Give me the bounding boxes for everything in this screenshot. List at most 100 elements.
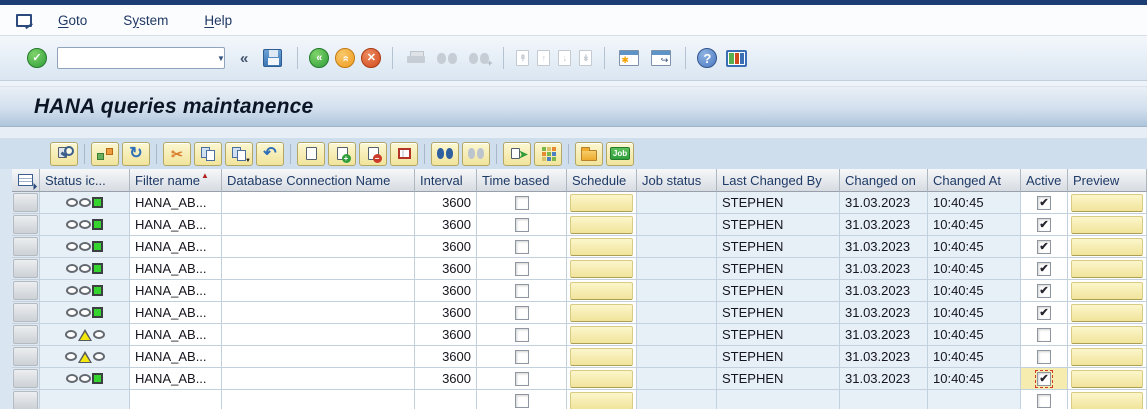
schedule-button[interactable] — [570, 326, 633, 344]
row-selector-cell[interactable] — [12, 346, 40, 368]
schedule-button[interactable] — [570, 304, 633, 322]
new-session-icon[interactable]: ✱ — [619, 50, 639, 66]
row-selector-button[interactable] — [13, 325, 38, 344]
schedule-button[interactable] — [570, 194, 633, 212]
column-header-interval[interactable]: Interval — [415, 169, 477, 192]
insert-row-icon[interactable]: + — [328, 142, 356, 166]
interval-cell[interactable]: 3600 — [415, 214, 477, 236]
active-checkbox[interactable] — [1037, 372, 1051, 386]
row-selector-button[interactable] — [13, 193, 38, 212]
filter-name-cell[interactable] — [130, 390, 222, 409]
find-next-icon[interactable]: + — [469, 52, 489, 65]
row-selector-cell[interactable] — [12, 280, 40, 302]
interval-cell[interactable]: 3600 — [415, 258, 477, 280]
schedule-button[interactable] — [570, 348, 633, 366]
db-connection-cell[interactable] — [222, 390, 415, 409]
column-header-schedule[interactable]: Schedule — [567, 169, 637, 192]
preview-button[interactable] — [1071, 348, 1143, 366]
active-checkbox[interactable] — [1037, 262, 1051, 276]
preview-button[interactable] — [1071, 194, 1143, 212]
time-based-checkbox[interactable] — [515, 284, 529, 298]
customize-layout-icon[interactable] — [726, 50, 747, 67]
time-based-checkbox[interactable] — [515, 372, 529, 386]
time-based-checkbox[interactable] — [515, 328, 529, 342]
row-selector-button[interactable] — [13, 391, 38, 409]
column-header-active[interactable]: Active — [1021, 169, 1068, 192]
db-connection-cell[interactable] — [222, 324, 415, 346]
filter-name-cell[interactable]: HANA_AB... — [130, 258, 222, 280]
interval-cell[interactable]: 3600 — [415, 324, 477, 346]
find-icon[interactable] — [437, 52, 457, 65]
column-header-changed-at[interactable]: Changed At — [928, 169, 1021, 192]
interval-cell[interactable]: 3600 — [415, 346, 477, 368]
preview-button[interactable] — [1071, 392, 1143, 409]
row-selector-button[interactable] — [13, 303, 38, 322]
active-checkbox[interactable] — [1037, 328, 1051, 342]
collapse-toolbar-icon[interactable]: « — [240, 50, 248, 67]
db-connection-cell[interactable] — [222, 280, 415, 302]
exit-icon[interactable]: « — [335, 48, 355, 68]
paste-icon[interactable]: ▼ — [225, 142, 253, 166]
schedule-button[interactable] — [570, 238, 633, 256]
filter-name-cell[interactable]: HANA_AB... — [130, 280, 222, 302]
menu-item-goto[interactable]: Goto — [58, 13, 87, 28]
menu-item-help[interactable]: Help — [204, 13, 232, 28]
column-header-job-status[interactable]: Job status — [637, 169, 717, 192]
find-next-entries-icon[interactable] — [462, 142, 490, 166]
time-based-checkbox[interactable] — [515, 394, 529, 408]
row-selector-button[interactable] — [13, 347, 38, 366]
interval-cell[interactable]: 3600 — [415, 280, 477, 302]
interval-cell[interactable]: 3600 — [415, 236, 477, 258]
find-entries-icon[interactable] — [431, 142, 459, 166]
help-icon[interactable]: ? — [697, 48, 717, 68]
export-icon[interactable]: ➤ — [503, 142, 531, 166]
active-checkbox[interactable] — [1037, 218, 1051, 232]
enter-check-icon[interactable]: ✓ — [27, 48, 47, 68]
column-header-db-connection[interactable]: Database Connection Name — [222, 169, 415, 192]
select-all-header[interactable] — [12, 169, 40, 192]
active-checkbox[interactable] — [1037, 196, 1051, 210]
grid-view-icon[interactable] — [534, 142, 562, 166]
row-selector-cell[interactable] — [12, 214, 40, 236]
row-selector-cell[interactable] — [12, 236, 40, 258]
active-checkbox[interactable] — [1037, 350, 1051, 364]
db-connection-cell[interactable] — [222, 214, 415, 236]
column-header-changed-on[interactable]: Changed on — [840, 169, 928, 192]
create-shortcut-icon[interactable]: ↪ — [651, 50, 671, 66]
active-checkbox[interactable] — [1037, 306, 1051, 320]
db-connection-cell[interactable] — [222, 346, 415, 368]
preview-button[interactable] — [1071, 216, 1143, 234]
schedule-button[interactable] — [570, 370, 633, 388]
previous-page-icon[interactable]: ↑ — [537, 50, 550, 66]
db-connection-cell[interactable] — [222, 258, 415, 280]
interval-cell[interactable]: 3600 — [415, 368, 477, 390]
row-selector-cell[interactable] — [12, 324, 40, 346]
time-based-checkbox[interactable] — [515, 350, 529, 364]
row-selector-button[interactable] — [13, 259, 38, 278]
row-selector-cell[interactable] — [12, 302, 40, 324]
active-checkbox[interactable] — [1037, 394, 1051, 408]
time-based-checkbox[interactable] — [515, 196, 529, 210]
schedule-button[interactable] — [570, 216, 633, 234]
folder-icon[interactable] — [575, 142, 603, 166]
control-menu-icon[interactable] — [16, 14, 32, 27]
db-connection-cell[interactable] — [222, 236, 415, 258]
cancel-icon[interactable]: ✕ — [361, 48, 381, 68]
preview-button[interactable] — [1071, 326, 1143, 344]
time-based-checkbox[interactable] — [515, 306, 529, 320]
db-connection-cell[interactable] — [222, 368, 415, 390]
command-field[interactable]: ▼ — [57, 47, 225, 69]
last-page-icon[interactable]: ↡ — [579, 50, 592, 66]
filter-name-cell[interactable]: HANA_AB... — [130, 236, 222, 258]
choose-icon[interactable] — [91, 142, 119, 166]
row-selector-cell[interactable] — [12, 192, 40, 214]
row-selector-button[interactable] — [13, 237, 38, 256]
preview-button[interactable] — [1071, 260, 1143, 278]
first-page-icon[interactable]: ↟ — [516, 50, 529, 66]
back-icon[interactable]: « — [309, 48, 329, 68]
preview-button[interactable] — [1071, 370, 1143, 388]
copy-icon[interactable] — [194, 142, 222, 166]
schedule-button[interactable] — [570, 392, 633, 409]
delete-column-icon[interactable] — [390, 142, 418, 166]
save-icon[interactable] — [263, 49, 282, 67]
